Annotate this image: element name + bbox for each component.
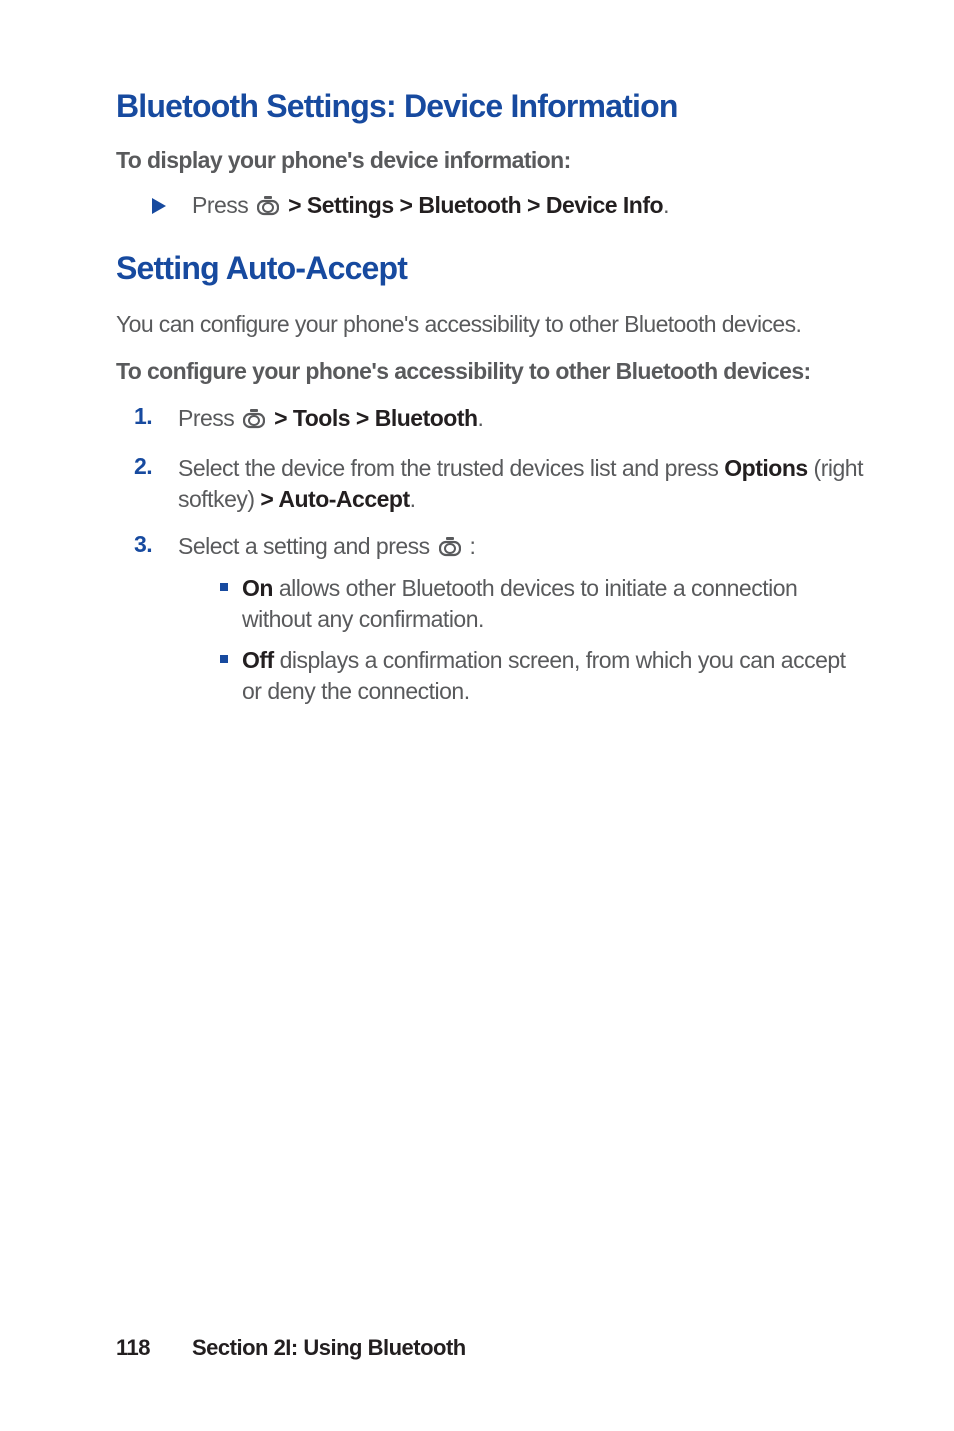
instruction-text: Press > Settings > Bluetooth > Device In… xyxy=(192,192,669,222)
bullet-on: On allows other Bluetooth devices to ini… xyxy=(220,573,870,635)
nav-key-icon xyxy=(257,195,279,222)
nav-key-icon xyxy=(439,534,461,565)
intro-text: You can configure your phone's accessibi… xyxy=(116,309,870,340)
period: . xyxy=(663,192,669,218)
step-text: Select the device from the trusted devic… xyxy=(178,455,724,481)
press-label: Press xyxy=(178,405,240,431)
nav-path: > Settings > Bluetooth > Device Info xyxy=(282,192,663,218)
section-title: Section 2I: Using Bluetooth xyxy=(192,1335,466,1360)
off-description: displays a confirmation screen, from whi… xyxy=(242,647,846,704)
heading-device-info: Bluetooth Settings: Device Information xyxy=(116,88,870,125)
step-body: Select the device from the trusted devic… xyxy=(178,453,870,515)
bullet-text: On allows other Bluetooth devices to ini… xyxy=(242,573,870,635)
page-footer: 118 Section 2I: Using Bluetooth xyxy=(116,1335,466,1361)
auto-accept-label: > Auto-Accept xyxy=(260,486,409,512)
on-label: On xyxy=(242,575,273,601)
square-bullet-icon xyxy=(220,655,228,663)
subheading-configure: To configure your phone's accessibility … xyxy=(116,358,870,385)
step-3: 3. Select a setting and press : On allow… xyxy=(134,531,870,717)
subheading-display-info: To display your phone's device informati… xyxy=(116,147,870,174)
options-label: Options xyxy=(724,455,807,481)
heading-auto-accept: Setting Auto-Accept xyxy=(116,250,870,287)
step-text: Select a setting and press xyxy=(178,533,436,559)
on-description: allows other Bluetooth devices to initia… xyxy=(242,575,797,632)
play-arrow-icon xyxy=(152,198,166,214)
step-number: 3. xyxy=(134,531,178,558)
step-2: 2. Select the device from the trusted de… xyxy=(134,453,870,515)
period: . xyxy=(478,405,484,431)
bullet-text: Off displays a confirmation screen, from… xyxy=(242,645,870,707)
nav-path: > Tools > Bluetooth xyxy=(268,405,477,431)
square-bullet-icon xyxy=(220,583,228,591)
step-number: 1. xyxy=(134,403,178,430)
colon: : xyxy=(464,533,476,559)
bullet-off: Off displays a confirmation screen, from… xyxy=(220,645,870,707)
step-body: Select a setting and press : On allows o… xyxy=(178,531,870,717)
bullet-list: On allows other Bluetooth devices to ini… xyxy=(220,573,870,707)
instruction-line: Press > Settings > Bluetooth > Device In… xyxy=(152,192,870,222)
step-1: 1. Press > Tools > Bluetooth. xyxy=(134,403,870,437)
nav-key-icon xyxy=(243,406,265,437)
off-label: Off xyxy=(242,647,274,673)
page-number: 118 xyxy=(116,1335,150,1360)
period: . xyxy=(410,486,416,512)
steps-list: 1. Press > Tools > Bluetooth. 2. Select … xyxy=(134,403,870,717)
step-body: Press > Tools > Bluetooth. xyxy=(178,403,483,437)
press-label: Press xyxy=(192,192,254,218)
step-number: 2. xyxy=(134,453,178,480)
